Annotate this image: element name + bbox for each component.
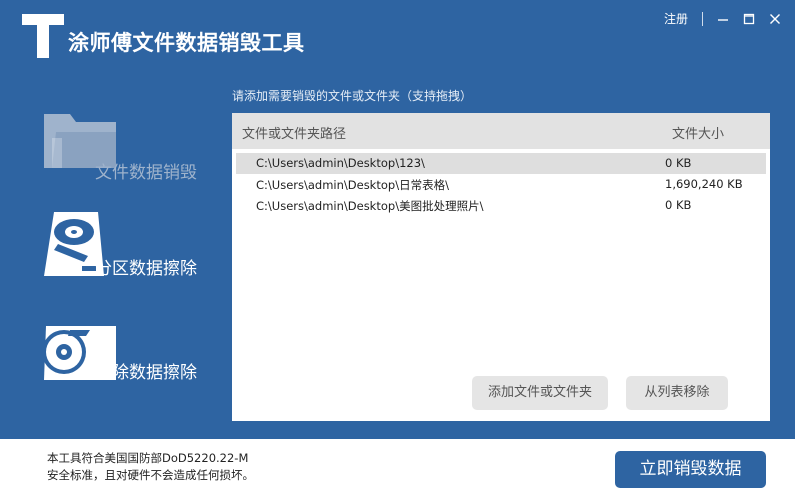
file-list-panel[interactable]: 文件或文件夹路径 文件大小 C:\Users\admin\Desktop\123… [232,113,770,421]
footer: 本工具符合美国国防部DoD5220.22-M 安全标准，且对硬件不会造成任何损坏… [0,439,795,497]
sidebar-item-label: 分区数据擦除 [95,259,197,279]
app-window: 涂师傅文件数据销毁工具 注册 文件数据销毁 分区数据擦除 删除数据擦除 请添加需… [0,0,795,497]
window-controls: 注册 [664,10,781,27]
table-row[interactable]: C:\Users\admin\Desktop\123\ 0 KB [236,153,766,174]
row-path: C:\Users\admin\Desktop\美图批处理照片\ [256,199,484,213]
row-size: 0 KB [665,198,692,212]
remove-from-list-button[interactable]: 从列表移除 [626,376,728,410]
close-icon[interactable] [769,12,781,26]
row-path: C:\Users\admin\Desktop\日常表格\ [256,178,449,192]
notice-line: 安全标准，且对硬件不会造成任何损坏。 [47,468,254,482]
minimize-icon[interactable] [717,12,729,26]
table-row[interactable]: C:\Users\admin\Desktop\日常表格\ 1,690,240 K… [236,174,766,195]
row-size: 0 KB [665,156,692,170]
file-list: C:\Users\admin\Desktop\123\ 0 KB C:\User… [236,153,766,216]
app-logo-icon [22,14,64,58]
row-size: 1,690,240 KB [665,177,743,191]
app-title: 涂师傅文件数据销毁工具 [68,31,305,55]
sidebar-item-deleted-erase[interactable]: 删除数据擦除 [40,322,220,402]
security-notice: 本工具符合美国国防部DoD5220.22-M 安全标准，且对硬件不会造成任何损坏… [47,450,254,484]
sidebar-item-label: 删除数据擦除 [95,363,197,383]
sidebar-item-label: 文件数据销毁 [95,163,197,183]
controls-divider [702,11,703,26]
drop-hint: 请添加需要销毁的文件或文件夹（支持拖拽） [232,89,473,103]
sidebar-item-partition-erase[interactable]: 分区数据擦除 [40,210,220,290]
notice-line: 本工具符合美国国防部DoD5220.22-M [47,451,249,465]
sidebar-item-file-destroy[interactable]: 文件数据销毁 [40,110,220,190]
maximize-icon[interactable] [743,12,755,26]
destroy-now-button[interactable]: 立即销毁数据 [615,451,766,488]
file-list-header: 文件或文件夹路径 文件大小 [232,113,770,149]
add-file-button[interactable]: 添加文件或文件夹 [472,376,608,410]
row-path: C:\Users\admin\Desktop\123\ [256,156,425,170]
register-link[interactable]: 注册 [664,10,688,27]
column-header-size: 文件大小 [672,127,725,142]
column-header-path: 文件或文件夹路径 [242,127,347,142]
table-row[interactable]: C:\Users\admin\Desktop\美图批处理照片\ 0 KB [236,195,766,216]
